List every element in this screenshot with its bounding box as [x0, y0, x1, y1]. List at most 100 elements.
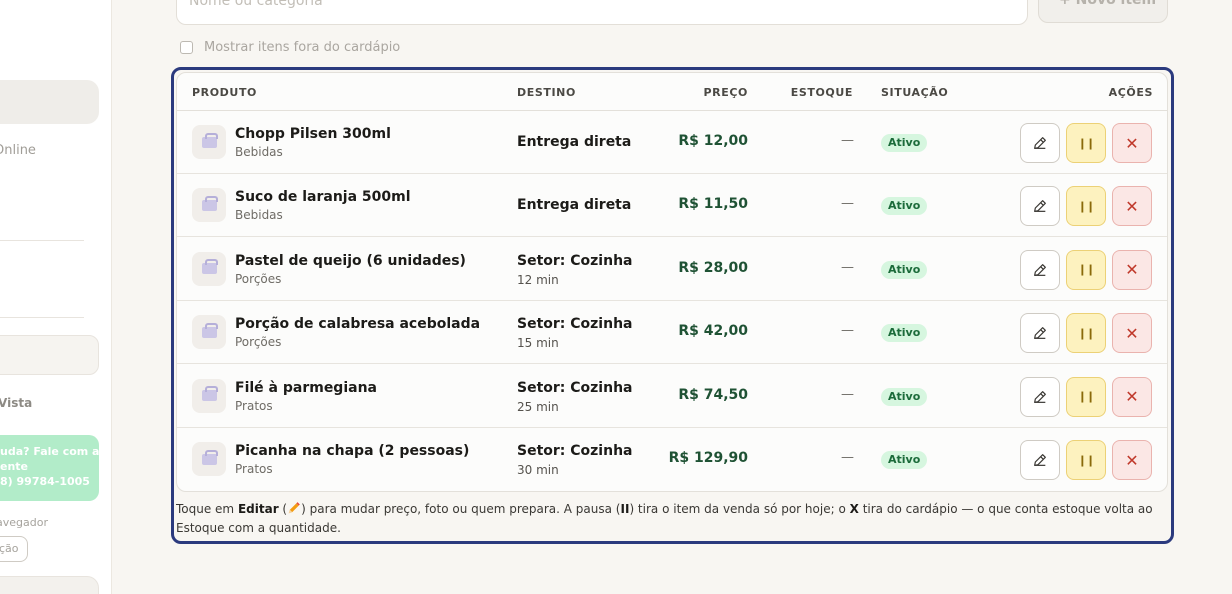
table-row: Porção de calabresa acebolada Porções Seto…: [177, 301, 1167, 365]
close-icon: ✕: [1125, 133, 1139, 153]
pause-button[interactable]: ❙❙: [1066, 440, 1106, 480]
item-stock: —: [841, 386, 854, 402]
food-bowl-icon: [201, 322, 218, 338]
table-header: PRODUTO DESTINO PREÇO ESTOQUE SITUAÇÃO A…: [177, 73, 1167, 111]
close-icon: ✕: [1125, 387, 1139, 407]
sidebar: Online Vista uda? Fale com a ente 8) 997…: [0, 0, 112, 594]
item-name: Chopp Pilsen 300ml: [235, 126, 391, 142]
support-card[interactable]: uda? Fale com a ente 8) 99784-1005: [0, 435, 99, 501]
item-category: Porções: [235, 335, 282, 350]
footnote-text: (: [278, 502, 288, 516]
support-line: uda? Fale com a: [0, 445, 100, 458]
header-status: SITUAÇÃO: [881, 86, 949, 99]
remove-button[interactable]: ✕: [1112, 123, 1152, 163]
item-stock: —: [841, 196, 854, 212]
item-thumbnail: [192, 251, 226, 286]
footnote-text: ) tira o item da venda só por hoje; o: [629, 502, 850, 516]
browser-action-button[interactable]: ção: [0, 536, 28, 562]
close-icon: ✕: [1125, 260, 1139, 280]
item-name: Suco de laranja 500ml: [235, 189, 411, 206]
food-bowl-icon: [201, 132, 218, 148]
pencil-icon: [1034, 263, 1046, 276]
table-row: Suco de laranja 500ml Bebidas Entrega dire…: [177, 174, 1167, 238]
item-prep-time: 25 min: [517, 399, 559, 414]
item-stock: —: [841, 450, 854, 465]
sidebar-item-active[interactable]: [0, 80, 99, 124]
pause-icon: ❙❙: [1077, 199, 1095, 213]
item-price: R$ 28,00: [678, 259, 748, 276]
item-price: R$ 129,90: [668, 450, 748, 466]
food-bowl-icon: [201, 259, 218, 275]
edit-button[interactable]: [1020, 313, 1060, 354]
status-badge: Ativo: [881, 134, 928, 152]
item-stock: —: [841, 133, 854, 148]
pencil-icon: [1034, 137, 1046, 149]
menu-items-table: PRODUTO DESTINO PREÇO ESTOQUE SITUAÇÃO A…: [176, 72, 1168, 492]
edit-button[interactable]: [1020, 123, 1060, 163]
support-line: ente: [0, 460, 29, 473]
remove-button[interactable]: ✕: [1112, 186, 1152, 227]
pause-button[interactable]: ❙❙: [1066, 186, 1106, 227]
item-name: Filé à parmegiana: [235, 379, 377, 396]
header-stock: ESTOQUE: [790, 86, 853, 99]
item-price: R$ 12,00: [678, 133, 748, 149]
item-thumbnail: [192, 188, 226, 223]
close-icon: ✕: [1125, 323, 1139, 343]
table-row: Filé à parmegiana Pratos Setor: Cozinha 25 …: [177, 365, 1167, 428]
table-row: Pastel de queijo (6 unidades) Porções Seto…: [177, 238, 1167, 301]
show-off-menu-checkbox[interactable]: [180, 41, 193, 54]
sidebar-field[interactable]: [0, 335, 99, 375]
footnote-text: ) para mudar preço, foto ou quem prepara…: [301, 502, 621, 516]
pause-button[interactable]: ❙❙: [1066, 376, 1106, 417]
remove-button[interactable]: ✕: [1112, 440, 1152, 480]
item-destination: Setor: Cozinha: [517, 252, 633, 269]
item-stock: —: [841, 323, 854, 339]
item-category: Pratos: [235, 462, 273, 476]
item-stock: —: [841, 259, 854, 275]
footnote-x-word: X: [849, 502, 859, 516]
pause-button[interactable]: ❙❙: [1066, 249, 1106, 290]
pencil-icon: [288, 502, 300, 514]
close-icon: ✕: [1125, 196, 1139, 216]
pause-button[interactable]: ❙❙: [1066, 313, 1106, 354]
pause-icon: ❙❙: [1077, 453, 1095, 467]
sidebar-bottom-card[interactable]: [0, 576, 99, 594]
edit-button[interactable]: [1020, 249, 1060, 290]
search-input[interactable]: Nome ou categoria: [176, 0, 1028, 25]
show-off-menu-toggle[interactable]: Mostrar itens fora do cardápio: [180, 40, 400, 55]
item-destination: Setor: Cozinha: [517, 316, 633, 333]
item-thumbnail: [192, 125, 226, 159]
item-price: R$ 74,50: [678, 386, 748, 403]
item-price: R$ 42,00: [678, 323, 748, 340]
food-bowl-icon: [201, 386, 218, 402]
food-bowl-icon: [201, 449, 218, 465]
table-row: Chopp Pilsen 300ml Bebidas Entrega direta R…: [177, 111, 1167, 174]
header-actions: AÇÕES: [1108, 86, 1153, 99]
item-price: R$ 11,50: [678, 196, 748, 213]
item-category: Bebidas: [235, 145, 283, 159]
pause-icon: ❙❙: [1077, 326, 1095, 340]
item-category: Bebidas: [235, 208, 283, 223]
status-badge: Ativo: [881, 451, 928, 469]
remove-button[interactable]: ✕: [1112, 249, 1152, 290]
remove-button[interactable]: ✕: [1112, 313, 1152, 354]
item-prep-time: 15 min: [517, 336, 559, 351]
pencil-icon: [1034, 390, 1046, 403]
edit-button[interactable]: [1020, 186, 1060, 227]
sidebar-item-vista[interactable]: Vista: [0, 396, 32, 410]
edit-button[interactable]: [1020, 376, 1060, 417]
pause-button[interactable]: ❙❙: [1066, 123, 1106, 163]
pencil-icon: [1034, 454, 1046, 466]
item-thumbnail: [192, 378, 226, 413]
new-item-button[interactable]: + Novo item: [1038, 0, 1168, 23]
item-prep-time: 30 min: [517, 463, 559, 477]
sidebar-divider: [0, 240, 84, 241]
item-prep-time: 12 min: [517, 272, 559, 287]
remove-button[interactable]: ✕: [1112, 376, 1152, 417]
pencil-icon: [1034, 200, 1046, 213]
sidebar-item-online[interactable]: Online: [0, 143, 36, 158]
table-row: Picanha na chapa (2 pessoas) Pratos Setor:…: [177, 428, 1167, 491]
pause-icon: ❙❙: [1077, 263, 1095, 277]
edit-button[interactable]: [1020, 440, 1060, 480]
footnote-text: Toque em: [176, 502, 238, 516]
